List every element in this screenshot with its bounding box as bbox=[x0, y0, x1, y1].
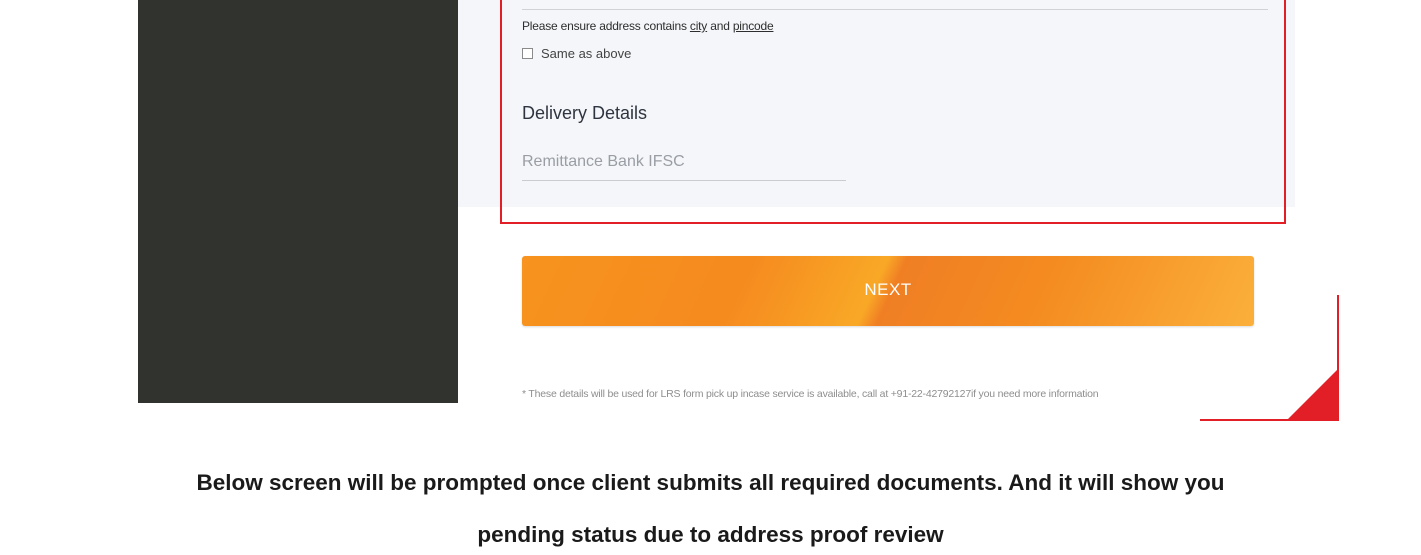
highlight-box bbox=[500, 0, 1286, 224]
caption-line-2: pending status due to address proof revi… bbox=[477, 522, 944, 547]
dark-side-panel bbox=[138, 0, 458, 403]
disclaimer-text: * These details will be used for LRS for… bbox=[522, 388, 1099, 400]
annotation-triangle bbox=[1286, 368, 1339, 421]
next-button[interactable]: NEXT bbox=[522, 256, 1254, 326]
caption-line-1: Below screen will be prompted once clien… bbox=[196, 470, 1225, 495]
next-button-label: NEXT bbox=[864, 280, 912, 299]
